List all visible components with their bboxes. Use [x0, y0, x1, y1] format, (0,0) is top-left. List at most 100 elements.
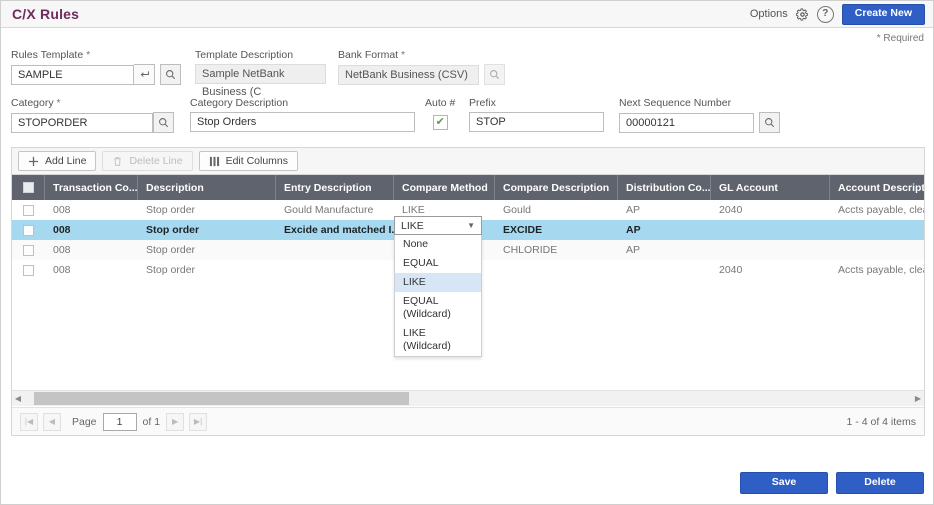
cell-distribution-code: AP	[618, 200, 711, 220]
rules-template-input-group: SAMPLE	[11, 64, 181, 85]
page-number-input[interactable]: 1	[103, 413, 137, 431]
column-header-gl-account[interactable]: GL Account	[711, 175, 830, 200]
columns-icon	[209, 156, 220, 167]
page-label: Page	[72, 416, 97, 428]
cell-gl-account: 2040	[711, 200, 830, 220]
delete-button[interactable]: Delete	[836, 472, 924, 494]
row-checkbox[interactable]	[23, 265, 34, 276]
cell-description: Stop order	[138, 220, 276, 240]
help-icon[interactable]: ?	[817, 6, 834, 23]
next-page-icon[interactable]: ▶	[166, 413, 184, 431]
category-input[interactable]: STOPORDER	[11, 113, 153, 133]
compare-method-option-like-wildcard[interactable]: LIKE (Wildcard)	[395, 324, 481, 356]
check-icon: ✔	[436, 117, 445, 128]
next-sequence-number-input-group: 00000121	[619, 112, 780, 133]
bank-format-lookup-button	[484, 64, 505, 85]
template-description-input: Sample NetBank Business (C	[195, 64, 326, 84]
options-link[interactable]: Options	[750, 8, 788, 20]
select-all-checkbox[interactable]	[23, 182, 34, 193]
gear-icon[interactable]	[796, 8, 809, 21]
cell-account-description	[830, 240, 924, 260]
row-select-cell[interactable]	[12, 200, 45, 220]
column-header-compare-method[interactable]: Compare Method	[394, 175, 495, 200]
scroll-right-icon[interactable]: ▶	[912, 394, 924, 403]
cell-compare-description: EXCIDE	[495, 220, 618, 240]
prefix-input[interactable]: STOP	[469, 112, 604, 132]
cell-entry-description	[276, 260, 394, 280]
bank-format-input-group: NetBank Business (CSV)	[338, 64, 505, 85]
column-header-account-description[interactable]: Account Description	[830, 175, 924, 200]
grid-toolbar: Add Line Delete Line Edit Columns	[12, 148, 924, 175]
compare-method-option-equal[interactable]: EQUAL	[395, 254, 481, 273]
search-icon	[165, 69, 176, 80]
cell-compare-description	[495, 260, 618, 280]
category-description-field: Category Description Stop Orders	[190, 97, 415, 132]
search-icon	[489, 69, 500, 80]
cell-distribution-code	[618, 260, 711, 280]
scroll-left-icon[interactable]: ◀	[12, 394, 24, 403]
rules-template-input[interactable]: SAMPLE	[11, 65, 134, 85]
column-header-description[interactable]: Description	[138, 175, 276, 200]
cell-gl-account	[711, 240, 830, 260]
horizontal-scrollbar[interactable]: ◀ ▶	[12, 390, 924, 406]
cell-transaction-code: 008	[45, 240, 138, 260]
row-select-cell[interactable]	[12, 220, 45, 240]
add-line-button[interactable]: Add Line	[18, 151, 96, 171]
last-page-icon[interactable]: ▶|	[189, 413, 207, 431]
cell-compare-description: CHLORIDE	[495, 240, 618, 260]
grid-pager: |◀ ◀ Page 1 of 1 ▶ ▶| 1 - 4 of 4 items	[12, 407, 924, 435]
first-page-icon[interactable]: |◀	[20, 413, 38, 431]
scrollbar-thumb[interactable]	[34, 392, 409, 405]
cell-description: Stop order	[138, 240, 276, 260]
row-checkbox[interactable]	[23, 245, 34, 256]
compare-method-option-list: None EQUAL LIKE EQUAL (Wildcard) LIKE (W…	[394, 235, 482, 357]
delete-line-label: Delete Line	[129, 155, 182, 167]
bank-format-input: NetBank Business (CSV)	[338, 65, 479, 85]
cell-distribution-code: AP	[618, 240, 711, 260]
row-checkbox[interactable]	[23, 205, 34, 216]
next-sequence-number-input[interactable]: 00000121	[619, 113, 754, 133]
cell-distribution-code: AP	[618, 220, 711, 240]
category-description-input[interactable]: Stop Orders	[190, 112, 415, 132]
page-of-label: of 1	[143, 416, 161, 428]
page-title: C/X Rules	[12, 6, 79, 22]
template-description-label: Template Description	[195, 49, 326, 61]
scrollbar-track[interactable]	[24, 392, 912, 405]
row-checkbox[interactable]	[23, 225, 34, 236]
next-sequence-number-field: Next Sequence Number 00000121	[619, 97, 780, 133]
add-line-label: Add Line	[45, 155, 86, 167]
prefix-field: Prefix STOP	[469, 97, 604, 132]
compare-method-dropdown-field[interactable]: LIKE ▼	[394, 216, 482, 235]
next-sequence-number-lookup-button[interactable]	[759, 112, 780, 133]
rules-grid: Add Line Delete Line Edit Columns	[11, 147, 925, 436]
column-header-distribution-code[interactable]: Distribution Co...	[618, 175, 711, 200]
create-new-button[interactable]: Create New	[842, 4, 925, 25]
footer-actions: Save Delete	[740, 472, 924, 494]
bank-format-label: Bank Format *	[338, 49, 505, 61]
save-button[interactable]: Save	[740, 472, 828, 494]
prev-page-icon[interactable]: ◀	[43, 413, 61, 431]
auto-number-checkbox[interactable]: ✔	[433, 115, 448, 130]
column-header-transaction-code[interactable]: Transaction Co...	[45, 175, 138, 200]
row-select-cell[interactable]	[12, 260, 45, 280]
rules-template-lookup-button[interactable]	[160, 64, 181, 85]
cell-account-description: Accts payable, clearing	[830, 200, 924, 220]
row-select-cell[interactable]	[12, 240, 45, 260]
compare-method-dropdown[interactable]: LIKE ▼ None EQUAL LIKE EQUAL (Wildcard) …	[394, 216, 482, 357]
column-header-entry-description[interactable]: Entry Description	[276, 175, 394, 200]
enter-arrow-icon[interactable]	[134, 64, 155, 85]
edit-columns-button[interactable]: Edit Columns	[199, 151, 298, 171]
category-field: Category * STOPORDER	[11, 97, 174, 133]
category-lookup-button[interactable]	[153, 112, 174, 133]
compare-method-option-like[interactable]: LIKE	[395, 273, 481, 292]
compare-method-option-none[interactable]: None	[395, 235, 481, 254]
auto-number-field: Auto # ✔	[425, 97, 455, 130]
cell-entry-description: Excide and matched I...	[276, 220, 394, 240]
column-header-compare-description[interactable]: Compare Description	[495, 175, 618, 200]
delete-line-button: Delete Line	[102, 151, 192, 171]
cell-description: Stop order	[138, 260, 276, 280]
compare-method-option-equal-wildcard[interactable]: EQUAL (Wildcard)	[395, 292, 481, 324]
select-all-header[interactable]	[12, 175, 45, 200]
search-icon	[158, 117, 169, 128]
cell-account-description: Accts payable, clearing	[830, 260, 924, 280]
